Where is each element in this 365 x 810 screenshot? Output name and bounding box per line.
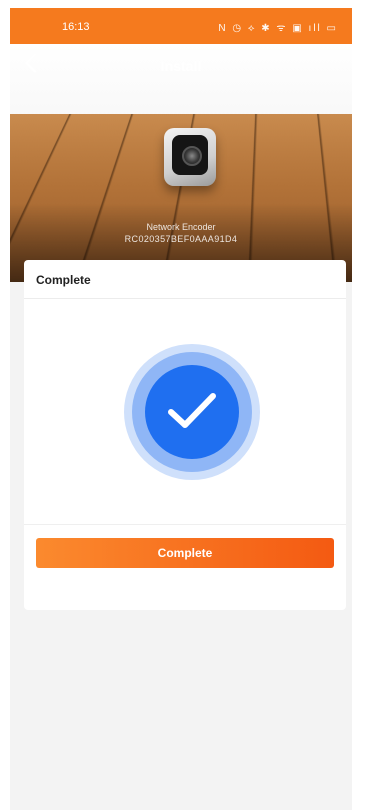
card-title: Complete: [36, 273, 91, 287]
success-ring: [132, 352, 252, 472]
status-bar: 16:13 N ◷ ⟡ ✱ ᯤ ▣ ıll ▭: [10, 8, 352, 44]
complete-button[interactable]: Complete: [36, 538, 334, 568]
nav-bar: Install: [10, 44, 352, 88]
card-divider-bottom: [24, 524, 346, 525]
status-time: 16:13: [62, 21, 90, 33]
page-title: Install: [160, 58, 202, 74]
app-screen: 16:13 N ◷ ⟡ ✱ ᯤ ▣ ıll ▭ Install Network …: [10, 8, 352, 810]
network-encoder-device-image: [164, 128, 216, 186]
complete-card: Complete Complete: [24, 260, 346, 610]
success-circle: [145, 365, 239, 459]
card-divider: [24, 298, 346, 299]
device-serial: RC020357BEF0AAA91D4: [124, 234, 238, 244]
checkmark-icon: [168, 393, 216, 428]
device-lens-icon: [182, 146, 202, 166]
device-name: Network Encoder: [146, 222, 216, 232]
device-face: [172, 135, 208, 175]
success-indicator: [124, 344, 260, 480]
status-icons: N ◷ ⟡ ✱ ᯤ ▣ ıll ▭: [218, 23, 338, 34]
